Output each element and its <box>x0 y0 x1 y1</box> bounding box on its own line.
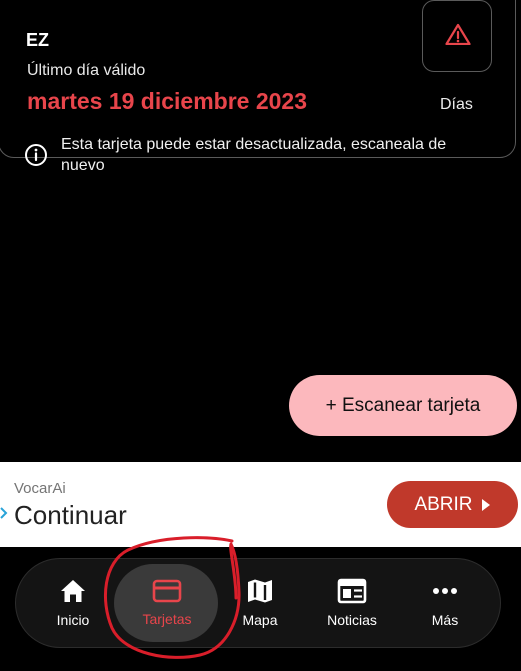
play-arrow-icon <box>481 498 490 511</box>
days-indicator-box <box>422 0 492 72</box>
outdated-card-notice: Esta tarjeta puede estar desactualizada,… <box>61 136 447 174</box>
ad-open-button-label: ABRIR <box>414 493 473 515</box>
nav-label-tarjetas: Tarjetas <box>142 611 192 627</box>
nav-item-noticias[interactable]: Noticias <box>316 559 388 647</box>
ad-banner[interactable]: VocarAi Continuar ABRIR <box>0 462 521 547</box>
news-icon <box>337 578 367 604</box>
scan-card-button[interactable]: + Escanear tarjeta <box>289 375 517 436</box>
ad-brand: VocarAi <box>14 480 66 497</box>
card-icon <box>152 579 182 603</box>
warning-icon <box>445 23 471 45</box>
scan-card-button-label: + Escanear tarjeta <box>325 394 481 416</box>
days-label: Días <box>440 96 473 113</box>
nav-item-mapa[interactable]: Mapa <box>233 559 287 647</box>
nav-item-inicio[interactable]: Inicio <box>44 559 102 647</box>
nav-label-noticias: Noticias <box>327 612 377 628</box>
ad-title: Continuar <box>14 500 127 530</box>
nav-item-tarjetas[interactable]: Tarjetas <box>126 559 208 647</box>
info-icon <box>25 144 47 166</box>
home-icon <box>61 580 85 602</box>
nav-item-mas[interactable]: Más <box>420 559 470 647</box>
valid-until-date: martes 19 diciembre 2023 <box>27 88 308 114</box>
map-icon <box>248 579 272 603</box>
valid-until-label: Último día válido <box>27 62 146 79</box>
chevron-right-icon <box>0 507 8 519</box>
nav-label-mas: Más <box>431 612 459 628</box>
ad-open-button[interactable]: ABRIR <box>387 481 518 528</box>
more-icon <box>433 588 457 594</box>
bottom-navigation: Inicio Tarjetas Mapa Noticias Más <box>15 558 501 648</box>
nav-label-mapa: Mapa <box>242 612 278 628</box>
nav-label-inicio: Inicio <box>56 612 90 628</box>
card-top-text: EZ <box>26 30 50 50</box>
